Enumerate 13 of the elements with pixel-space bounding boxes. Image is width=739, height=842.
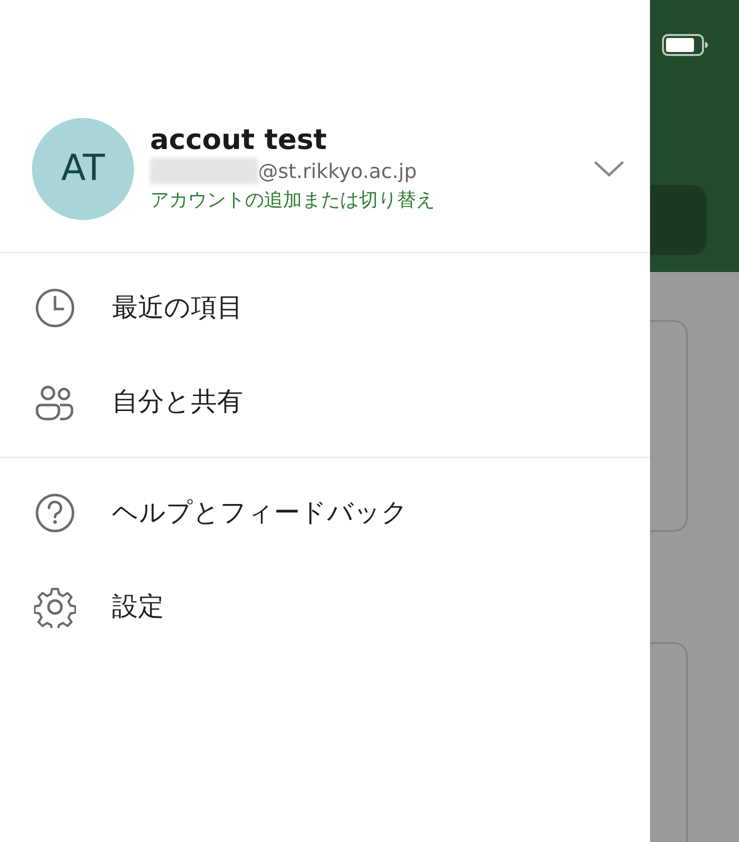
menu-item[interactable]: 最近の項目: [0, 261, 650, 355]
clock-icon: [34, 287, 76, 329]
menu-item[interactable]: 設定: [0, 560, 650, 654]
search-bar: [650, 185, 707, 255]
menu-item[interactable]: 自分と共有: [0, 355, 650, 449]
menu-item[interactable]: ヘルプとフィードバック: [0, 466, 650, 560]
switch-account-link[interactable]: アカウントの追加または切り替え: [150, 188, 435, 211]
battery-icon: [662, 34, 708, 56]
account-name: accout test: [150, 124, 328, 156]
settings-icon: [34, 586, 76, 628]
help-icon: [34, 492, 76, 534]
avatar: AT: [32, 118, 134, 220]
account-email: @st.rikkyo.ac.jp: [258, 158, 417, 185]
